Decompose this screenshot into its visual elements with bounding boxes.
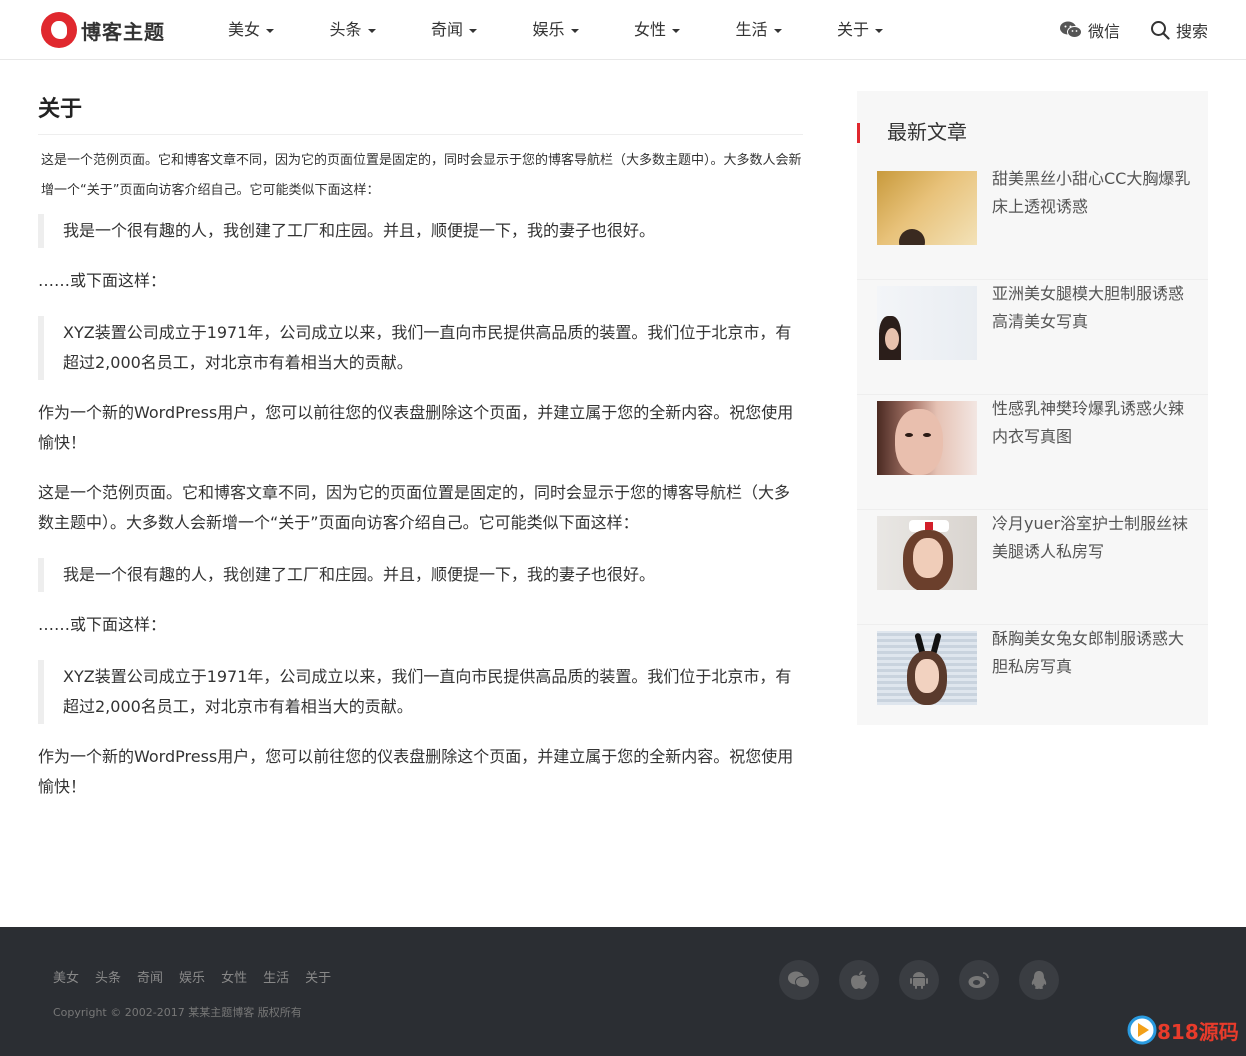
search-button[interactable]: 搜索 (1150, 18, 1208, 42)
play-logo-icon (1127, 1015, 1157, 1045)
main-nav: 美女 头条 奇闻 娱乐 女性 生活 关于 (228, 0, 939, 60)
apple-social-button[interactable] (839, 960, 879, 1000)
post-thumbnail[interactable] (877, 631, 977, 705)
article: 关于 这是一个范例页面。它和博客文章不同，因为它的页面位置是固定的，同时会显示于… (38, 60, 803, 822)
post-item[interactable]: 性感乳神樊玲爆乳诱惑火辣内衣写真图 (857, 395, 1208, 510)
site-footer: 美女 头条 奇闻 娱乐 女性 生活 关于 Copyright © 2002-20… (0, 927, 1246, 1056)
caret-down-icon (367, 28, 376, 33)
nav-item-meinv[interactable]: 美女 (228, 0, 330, 60)
article-paragraph: ……或下面这样： (38, 615, 167, 634)
weibo-social-button[interactable] (959, 960, 999, 1000)
wechat-icon (1059, 21, 1082, 38)
post-title[interactable]: 酥胸美女兔女郎制服诱惑大胆私房写真 (992, 625, 1192, 681)
nav-item-guanyu[interactable]: 关于 (837, 0, 939, 60)
post-item[interactable]: 冷月yuer浴室护士制服丝袜美腿诱人私房写 (857, 510, 1208, 625)
post-thumbnail[interactable] (877, 516, 977, 590)
footer-link[interactable]: 娱乐 (179, 967, 205, 986)
blockquote: 我是一个很有趣的人，我创建了工厂和庄园。并且，顺便提一下，我的妻子也很好。 (38, 214, 803, 248)
search-label: 搜索 (1175, 22, 1208, 41)
post-item[interactable]: 甜美黑丝小甜心CC大胸爆乳床上透视诱惑 (857, 165, 1208, 280)
wechat-icon (788, 971, 810, 988)
qq-social-button[interactable] (1019, 960, 1059, 1000)
footer-link[interactable]: 关于 (305, 967, 331, 986)
nav-item-qiwen[interactable]: 奇闻 (431, 0, 533, 60)
logo-icon (41, 12, 77, 48)
brand-watermark: 818源码 (1127, 1015, 1239, 1045)
search-icon (1150, 21, 1170, 40)
article-paragraph: ……或下面这样： (38, 271, 167, 290)
wechat-social-button[interactable] (779, 960, 819, 1000)
footer-link[interactable]: 女性 (221, 967, 247, 986)
footer-link[interactable]: 美女 (53, 967, 79, 986)
nav-item-shenghuo[interactable]: 生活 (736, 0, 838, 60)
wechat-button[interactable]: 微信 (1059, 18, 1120, 42)
weibo-icon (968, 972, 989, 988)
caret-down-icon (570, 28, 579, 33)
post-title[interactable]: 性感乳神樊玲爆乳诱惑火辣内衣写真图 (992, 395, 1192, 451)
latest-posts-widget: 最新文章 甜美黑丝小甜心CC大胸爆乳床上透视诱惑 亚洲美女腿模大胆制服诱惑高清美… (857, 91, 1208, 725)
footer-link[interactable]: 奇闻 (137, 967, 163, 986)
logo-text: 博客主题 (81, 19, 165, 44)
wechat-label: 微信 (1087, 22, 1120, 41)
footer-link[interactable]: 头条 (95, 967, 121, 986)
site-header: 博客主题 美女 头条 奇闻 娱乐 女性 生活 关于 微信 搜索 (0, 0, 1246, 60)
caret-down-icon (672, 28, 681, 33)
article-paragraph: 作为一个新的WordPress用户，您可以前往您的仪表盘删除这个页面，并建立属于… (38, 403, 794, 452)
qq-icon (1031, 971, 1047, 989)
social-links (779, 960, 1079, 1000)
android-social-button[interactable] (899, 960, 939, 1000)
article-intro: 这是一个范例页面。它和博客文章不同，因为它的页面位置是固定的，同时会显示于您的博… (41, 153, 802, 198)
site-logo[interactable]: 博客主题 (41, 10, 165, 50)
nav-item-nvxing[interactable]: 女性 (634, 0, 736, 60)
page-title: 关于 (38, 91, 803, 135)
post-title[interactable]: 冷月yuer浴室护士制服丝袜美腿诱人私房写 (992, 510, 1192, 566)
caret-down-icon (773, 28, 782, 33)
blockquote: 我是一个很有趣的人，我创建了工厂和庄园。并且，顺便提一下，我的妻子也很好。 (38, 558, 803, 592)
copyright: Copyright © 2002-2017 某某主题博客 版权所有 (53, 1006, 302, 1019)
post-title[interactable]: 亚洲美女腿模大胆制服诱惑高清美女写真 (992, 280, 1192, 336)
footer-nav: 美女 头条 奇闻 娱乐 女性 生活 关于 (53, 967, 347, 986)
blockquote: XYZ装置公司成立于1971年，公司成立以来，我们一直向市民提供高品质的装置。我… (38, 660, 803, 724)
post-thumbnail[interactable] (877, 171, 977, 245)
footer-link[interactable]: 生活 (263, 967, 289, 986)
post-title[interactable]: 甜美黑丝小甜心CC大胸爆乳床上透视诱惑 (992, 165, 1192, 221)
caret-down-icon (266, 28, 275, 33)
post-item[interactable]: 酥胸美女兔女郎制服诱惑大胆私房写真 (857, 625, 1208, 740)
caret-down-icon (469, 28, 478, 33)
caret-down-icon (875, 28, 884, 33)
widget-title: 最新文章 (857, 91, 1208, 165)
brand-text: 818源码 (1157, 1019, 1239, 1044)
post-item[interactable]: 亚洲美女腿模大胆制服诱惑高清美女写真 (857, 280, 1208, 395)
article-paragraph: 作为一个新的WordPress用户，您可以前往您的仪表盘删除这个页面，并建立属于… (38, 747, 794, 796)
nav-item-yule[interactable]: 娱乐 (533, 0, 635, 60)
article-paragraph: 这是一个范例页面。它和博客文章不同，因为它的页面位置是固定的，同时会显示于您的博… (38, 483, 791, 532)
post-thumbnail[interactable] (877, 286, 977, 360)
post-thumbnail[interactable] (877, 401, 977, 475)
blockquote: XYZ装置公司成立于1971年，公司成立以来，我们一直向市民提供高品质的装置。我… (38, 316, 803, 380)
apple-icon (851, 971, 867, 989)
android-icon (910, 972, 928, 989)
nav-item-toutiao[interactable]: 头条 (330, 0, 432, 60)
